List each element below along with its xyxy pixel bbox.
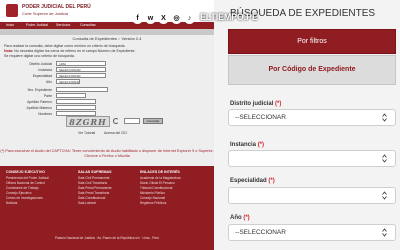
footer-column: SALAS SUPREMAS Sala Civil Permanente Sal… (78, 170, 112, 206)
surname2-input[interactable] (56, 105, 96, 110)
footer-column: ENLACES DE INTERÉS Academia de la Magist… (140, 170, 181, 206)
brand-logo-text: ELTIEMPO.PE (200, 12, 258, 22)
footer-heading: CONSEJO EJECUTIVO (6, 170, 45, 174)
specialty-select[interactable] (228, 187, 396, 204)
footer-link[interactable]: Noticias (6, 201, 49, 206)
field-label: Apellido Paterno (27, 100, 52, 104)
portal-nav: Inicio Poder Judicial Servicios Consulta… (0, 22, 214, 29)
footer-link[interactable]: Sala Laboral (78, 201, 112, 206)
field-label: Nro. Expediente (27, 88, 52, 92)
nav-item[interactable]: Consultas (80, 23, 96, 27)
nav-item[interactable]: Poder Judicial (26, 23, 48, 27)
footer-link[interactable]: Registros Públicos (140, 201, 181, 206)
nav-item[interactable]: Inicio (6, 23, 14, 27)
year-label: Año (*) (230, 215, 250, 221)
expedient-number-input[interactable] (56, 87, 108, 92)
footer-heading: ENLACES DE INTERÉS (140, 170, 180, 174)
note-bold: Nota: (4, 49, 14, 53)
required-mark: (*) (243, 215, 250, 221)
org-subtitle: Corte Superior de Justicia (22, 11, 69, 16)
field-label: Parte (43, 94, 52, 98)
field-label: Instancia (38, 68, 52, 72)
refresh-captcha-icon[interactable] (113, 118, 119, 124)
tutorial-link[interactable]: Ver Tutorial (78, 131, 95, 135)
note-text: No necesita digitar los ceros de relleno… (13, 49, 136, 53)
facebook-icon: f (132, 13, 143, 24)
required-mark: (*) (268, 178, 275, 184)
form-note: Para realizar la consulta, debe digitar … (4, 44, 126, 48)
footer-address: Palacio Nacional de Justicia · Av. Paseo… (55, 236, 159, 240)
required-mark: (*) (257, 142, 265, 148)
label-text: Año (230, 215, 242, 221)
org-name: PODER JUDICIAL DEL PERÚ (22, 4, 91, 10)
label-text: Especialidad (230, 178, 267, 184)
required-mark: (*) (275, 101, 282, 107)
chevron-updown-icon (382, 191, 387, 200)
district-select[interactable]: --SELECCIONAR (228, 109, 396, 126)
year-select[interactable]: --SELECCIONAR (228, 224, 396, 241)
year-select[interactable]: SELECCIONAR (56, 79, 80, 84)
form-note: Se requiere digitar uno criterio de búsq… (4, 54, 75, 58)
specialty-select[interactable]: SELECCIONAR (56, 73, 106, 78)
legacy-portal-screenshot: PODER JUDICIAL DEL PERÚ Corte Superior d… (0, 0, 214, 250)
form-title: Consulta de Expedientes :: Versión 2.4 (72, 36, 142, 41)
nav-item[interactable]: Servicios (56, 23, 70, 27)
specialty-label: Especialidad (*) (230, 178, 275, 184)
form-note: Nota: No necesita digitar los ceros de r… (4, 49, 135, 53)
chevron-updown-icon (382, 113, 387, 122)
district-label: Distrito judicial (*) (230, 101, 281, 107)
instance-select[interactable] (228, 150, 396, 167)
select-value: --SELECCIONAR (235, 114, 286, 121)
label-text: Distrito judicial (230, 101, 274, 107)
party-select[interactable] (56, 93, 86, 98)
instance-select[interactable]: SELECCIONAR (56, 67, 106, 72)
whatsapp-icon: w (145, 13, 156, 24)
filters-button[interactable]: Por filtros (228, 29, 396, 54)
portal-subbar (0, 29, 214, 35)
tiktok-icon: ♪ (184, 13, 195, 24)
footer-heading: SALAS SUPREMAS (78, 170, 112, 174)
chevron-updown-icon (382, 228, 387, 237)
chevron-updown-icon (382, 154, 387, 163)
captcha-warning: (*) Para escuchar el Audio del CAPTCHA: … (0, 149, 214, 158)
select-value: --SELECCIONAR (235, 229, 286, 236)
captcha-input[interactable] (124, 118, 140, 124)
x-icon: X (158, 13, 169, 24)
consultar-button[interactable]: Consultar (143, 118, 163, 124)
footer-column: CONSEJO EJECUTIVO Presidencia del Poder … (6, 170, 49, 206)
surname1-input[interactable] (56, 99, 96, 104)
instagram-icon: ◎ (171, 13, 182, 24)
field-label: Distrito Judicial (29, 62, 52, 66)
code-search-button[interactable]: Por Código de Expediente (228, 55, 396, 85)
instance-label: Instancia (*) (230, 142, 264, 148)
field-label: Especialidad (32, 74, 52, 78)
about-link[interactable]: Acerca del CEJ (104, 131, 127, 135)
mobile-search-form: BÚSQUEDA DE EXPEDIENTES Por filtros Por … (214, 0, 400, 250)
captcha-image: 8ZGRH (66, 116, 110, 127)
field-label: Nombres (38, 112, 52, 116)
label-text: Instancia (230, 142, 257, 148)
field-label: Año (45, 80, 52, 84)
district-select[interactable]: LIMA (56, 61, 106, 66)
judiciary-logo (6, 4, 18, 17)
field-label: Apellido Materno (26, 106, 52, 110)
